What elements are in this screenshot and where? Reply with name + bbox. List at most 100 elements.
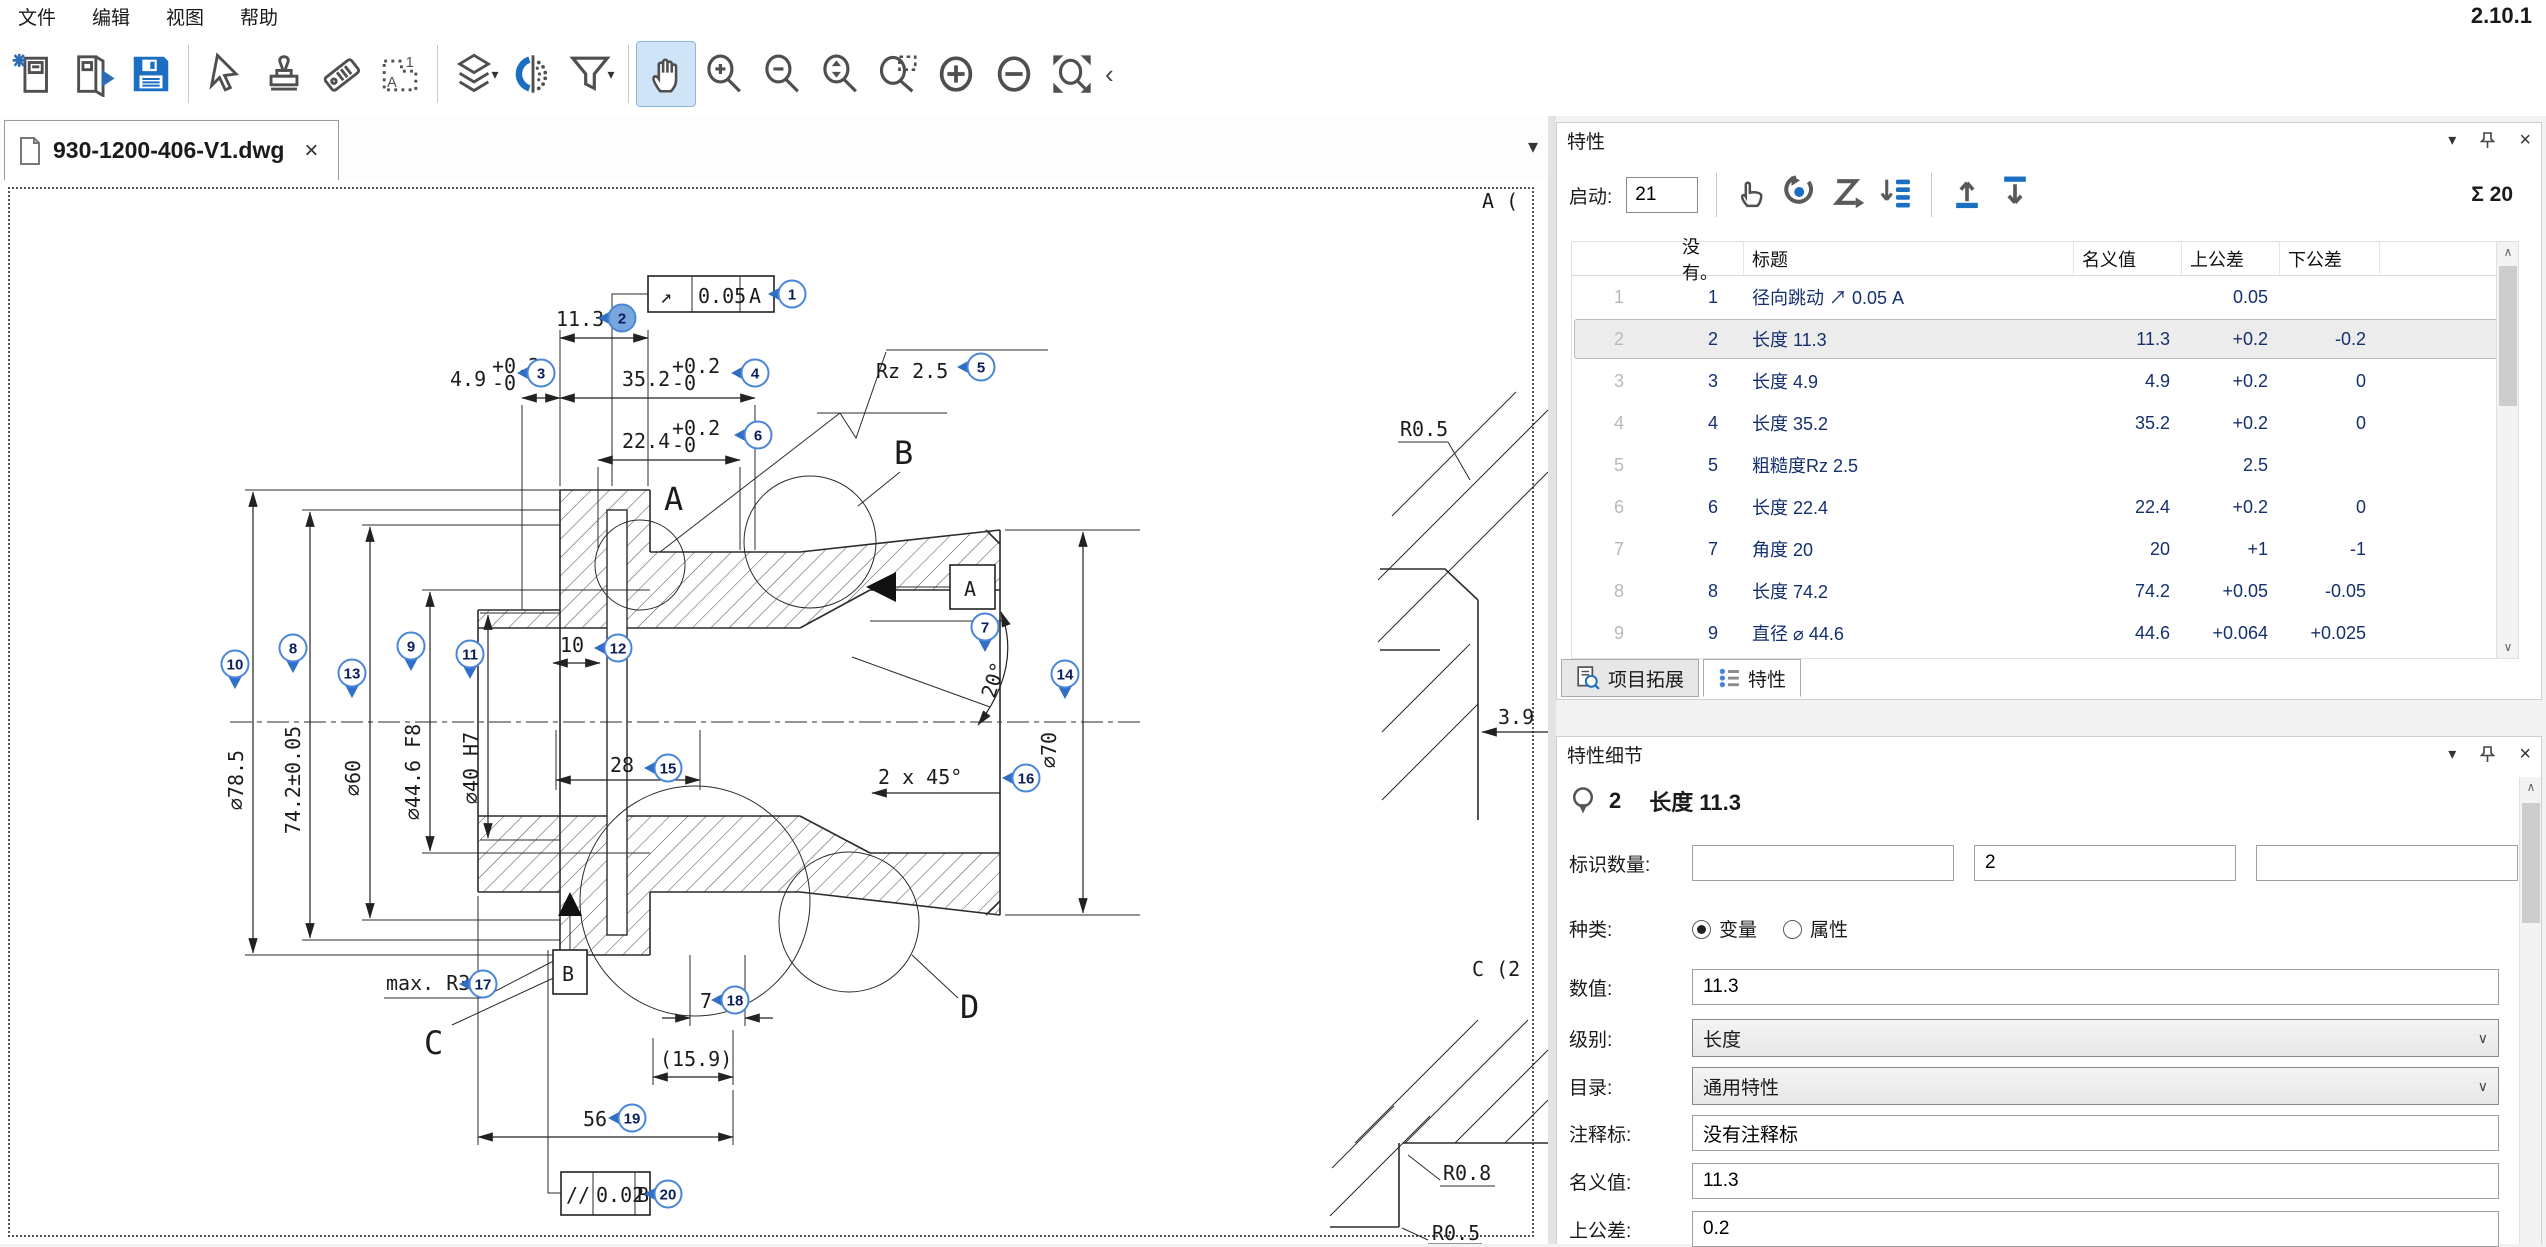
- scroll-thumb[interactable]: [2522, 803, 2540, 923]
- radio-variable[interactable]: 变量: [1692, 915, 1757, 942]
- annotation-input[interactable]: [1692, 1115, 2499, 1151]
- balloon-14[interactable]: 14: [1052, 661, 1079, 700]
- scroll-down-icon[interactable]: ∨: [2497, 640, 2519, 654]
- tab-close-icon[interactable]: ×: [304, 137, 318, 165]
- filter-icon[interactable]: ▾: [562, 42, 620, 106]
- dim-15-9[interactable]: (15.9): [653, 1030, 733, 1085]
- tab-list-icon[interactable]: ▾: [1528, 134, 1538, 159]
- panel-pin-icon[interactable]: [2480, 746, 2495, 763]
- details-scrollbar[interactable]: ∧: [2519, 777, 2541, 1244]
- dim-4-9[interactable]: 4.9 +0.2 -0: [450, 354, 560, 610]
- hand-pointer-icon[interactable]: [1735, 175, 1769, 215]
- balloon-9[interactable]: 9: [398, 633, 425, 672]
- svg-text:R0.5: R0.5: [1432, 1221, 1480, 1244]
- tab-project-expansion[interactable]: 项目拓展: [1561, 659, 1699, 697]
- balloon-13[interactable]: 13: [339, 660, 366, 699]
- svg-text:A: A: [749, 284, 761, 308]
- document-tab[interactable]: 930-1200-406-V1.dwg ×: [4, 120, 339, 180]
- renumber-list-icon[interactable]: [1879, 175, 1913, 215]
- radio-attribute[interactable]: 属性: [1783, 915, 1848, 942]
- document-tabstrip: 930-1200-406-V1.dwg × ▾: [0, 116, 1548, 180]
- dim-chamfer[interactable]: 2 x 45°: [872, 765, 1000, 793]
- start-input[interactable]: [1626, 177, 1698, 213]
- balloon-5[interactable]: 5: [957, 354, 995, 381]
- id-count-input-3[interactable]: [2256, 845, 2518, 881]
- nominal-input[interactable]: [1692, 1163, 2499, 1199]
- document-tab-title: 930-1200-406-V1.dwg: [53, 137, 284, 164]
- balloon-4[interactable]: 4: [731, 360, 769, 387]
- dim-7[interactable]: 7: [662, 955, 773, 1026]
- stamp-icon[interactable]: [255, 42, 313, 106]
- new-document-icon[interactable]: [6, 42, 64, 106]
- balloon-10[interactable]: 10: [222, 651, 249, 690]
- balloon-8[interactable]: 8: [280, 635, 307, 674]
- scroll-thumb[interactable]: [2499, 266, 2517, 406]
- menu-view[interactable]: 视图: [162, 1, 208, 32]
- svg-text:4.9: 4.9: [450, 367, 486, 391]
- panel-close-icon[interactable]: ×: [2519, 129, 2531, 152]
- balloon-7[interactable]: 7: [972, 614, 999, 653]
- panel-collapse-icon[interactable]: ▾: [2448, 744, 2456, 764]
- decrease-icon[interactable]: [985, 42, 1043, 106]
- balloon-markers[interactable]: 1234567891011121314151617181920: [222, 281, 1079, 1208]
- balloon-19[interactable]: 19: [608, 1105, 646, 1132]
- layers-icon[interactable]: ▾: [446, 42, 504, 106]
- z-order-icon[interactable]: [1831, 175, 1865, 215]
- table-row[interactable]: 77角度 2020+1-1: [1572, 528, 2518, 570]
- svg-text:56: 56: [583, 1107, 607, 1131]
- save-icon[interactable]: [122, 42, 180, 106]
- menu-help[interactable]: 帮助: [236, 1, 282, 32]
- svg-text:10: 10: [227, 657, 244, 674]
- catalog-select[interactable]: 通用特性∨: [1692, 1067, 2499, 1105]
- open-document-icon[interactable]: [64, 42, 122, 106]
- mirror-icon[interactable]: [504, 42, 562, 106]
- balloon-11[interactable]: 11: [457, 641, 484, 680]
- partial-selection-icon[interactable]: A1: [371, 42, 429, 106]
- zoom-fit-icon[interactable]: [1043, 42, 1101, 106]
- dim-11-3[interactable]: 11.3: [556, 307, 648, 486]
- table-row[interactable]: 88长度 74.274.2+0.05-0.05: [1572, 570, 2518, 612]
- upper-tol-input[interactable]: [1692, 1211, 2499, 1247]
- balloon-16[interactable]: 16: [1002, 765, 1040, 792]
- table-scrollbar[interactable]: ∧ ∨: [2496, 242, 2518, 658]
- table-row[interactable]: 33长度 4.94.9+0.20: [1572, 360, 2518, 402]
- technical-drawing[interactable]: A B C D 11.3 4.9 +0.2 -0 35.2 +0.2 -0: [0, 180, 1548, 1244]
- menu-file[interactable]: 文件: [14, 1, 60, 32]
- table-row[interactable]: 66长度 22.422.4+0.20: [1572, 486, 2518, 528]
- panel-pin-icon[interactable]: [2480, 132, 2495, 149]
- panel-splitter[interactable]: [1548, 116, 1556, 1244]
- level-select[interactable]: 长度∨: [1692, 1019, 2499, 1057]
- table-row[interactable]: 55粗糙度Rz 2.52.5: [1572, 444, 2518, 486]
- tag-icon[interactable]: [313, 42, 371, 106]
- balloon-12[interactable]: 12: [594, 635, 632, 662]
- zoom-window-icon[interactable]: [869, 42, 927, 106]
- balloon-18[interactable]: 18: [711, 987, 749, 1014]
- table-row[interactable]: 99直径 ⌀ 44.644.6+0.064+0.025: [1572, 612, 2518, 654]
- import-icon[interactable]: [1950, 175, 1984, 215]
- value-input[interactable]: [1692, 969, 2499, 1005]
- rotate-icon[interactable]: [1783, 175, 1817, 215]
- zoom-out-icon[interactable]: [753, 42, 811, 106]
- increase-icon[interactable]: [927, 42, 985, 106]
- export-icon[interactable]: [1998, 175, 2032, 215]
- table-row[interactable]: 44长度 35.235.2+0.20: [1572, 402, 2518, 444]
- id-count-input-1[interactable]: [1692, 845, 1954, 881]
- menu-edit[interactable]: 编辑: [88, 1, 134, 32]
- zoom-dynamic-icon[interactable]: [811, 42, 869, 106]
- scroll-up-icon[interactable]: ∧: [2520, 780, 2542, 794]
- toolbar-collapse-icon[interactable]: ‹: [1105, 59, 1114, 90]
- select-cursor-icon[interactable]: [197, 42, 255, 106]
- balloon-icon: [1571, 786, 1595, 816]
- tab-characteristics[interactable]: 特性: [1703, 659, 1801, 697]
- panel-collapse-icon[interactable]: ▾: [2448, 130, 2456, 150]
- pan-hand-icon[interactable]: [637, 42, 695, 106]
- dim-roughness-rz[interactable]: Rz 2.5: [660, 350, 1048, 552]
- panel-close-icon[interactable]: ×: [2519, 743, 2531, 766]
- drawing-canvas-area[interactable]: A B C D 11.3 4.9 +0.2 -0 35.2 +0.2 -0: [0, 180, 1548, 1244]
- balloon-15[interactable]: 15: [644, 755, 682, 782]
- table-row[interactable]: 22长度 11.311.3+0.2-0.2: [1572, 318, 2518, 360]
- balloon-6[interactable]: 6: [734, 422, 772, 449]
- id-count-input-2[interactable]: [1974, 845, 2236, 881]
- characteristics-table[interactable]: 没有。 标题 名义值 上公差 下公差 11径向跳动 ↗ 0.05 A0.0522…: [1571, 241, 2519, 659]
- zoom-in-icon[interactable]: [695, 42, 753, 106]
